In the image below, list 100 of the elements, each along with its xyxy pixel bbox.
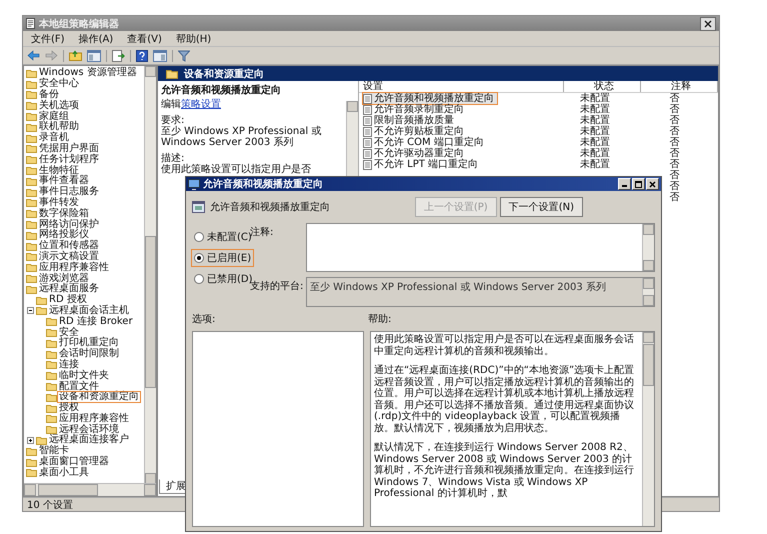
setting-name[interactable]: 不允许 COM 端口重定向 bbox=[374, 137, 484, 148]
tree-item[interactable]: 桌面窗口管理器 bbox=[38, 457, 110, 468]
policy-title: 允许音频和视频播放重定向 bbox=[161, 85, 282, 96]
policy-icon bbox=[363, 94, 372, 104]
requirement-text: 至少 Windows XP Professional 或 Windows Server 2003 系列 bbox=[161, 126, 322, 148]
setting-name[interactable]: 不允许 LPT 端口重定向 bbox=[374, 159, 478, 170]
tree-item[interactable]: 事件查看器 bbox=[38, 176, 90, 186]
tree-item[interactable]: 临时文件夹 bbox=[58, 370, 110, 381]
folder-icon bbox=[46, 371, 57, 380]
tree-item[interactable]: 数字保险箱 bbox=[38, 208, 90, 219]
setting-comment: 否 bbox=[670, 148, 680, 159]
tree-item[interactable]: 任务计划程序 bbox=[38, 154, 100, 165]
expander-icon[interactable] bbox=[27, 436, 34, 444]
folder-icon bbox=[26, 112, 37, 122]
menu-item[interactable]: 文件(F) bbox=[31, 32, 65, 46]
panel-icon[interactable] bbox=[153, 50, 167, 62]
tree-item[interactable]: 远程会话环境 bbox=[58, 424, 120, 435]
tree-item[interactable]: Windows 资源管理器 bbox=[38, 68, 138, 78]
folder-icon bbox=[26, 242, 37, 251]
help-icon[interactable] bbox=[136, 50, 148, 62]
tree-item[interactable]: 演示文稿设置 bbox=[38, 252, 100, 262]
tree-item[interactable]: RD 授权 bbox=[48, 295, 88, 306]
tree-item[interactable]: 凭据用户界面 bbox=[38, 144, 100, 154]
tree-item[interactable]: 联机帮助 bbox=[38, 122, 80, 132]
setting-status: 未配置 bbox=[580, 104, 610, 115]
folder-icon bbox=[46, 414, 57, 424]
folder-icon bbox=[166, 68, 178, 78]
comment-field[interactable] bbox=[306, 223, 655, 272]
platform-field: 至少 Windows XP Professional 或 Windows Server 2003 系列 bbox=[306, 277, 655, 307]
folder-icon bbox=[46, 338, 57, 348]
folder-icon bbox=[46, 317, 57, 326]
back-arrow-icon[interactable] bbox=[27, 50, 40, 61]
folder-icon bbox=[26, 90, 37, 100]
tree-item[interactable]: 远程桌面会话主机 bbox=[48, 306, 130, 316]
tree-item[interactable]: 桌面小工具 bbox=[38, 468, 90, 478]
close-icon bbox=[704, 20, 712, 28]
forward-arrow-icon[interactable] bbox=[45, 50, 58, 61]
setting-comment: 否 bbox=[670, 137, 680, 148]
tree-item[interactable]: 远程桌面服务 bbox=[38, 284, 100, 294]
panel-icon[interactable] bbox=[87, 50, 101, 62]
expander-icon[interactable] bbox=[27, 307, 34, 314]
platform-label: 支持的平台: bbox=[250, 280, 304, 294]
folder-up-icon[interactable] bbox=[69, 50, 82, 61]
setting-status: 未配置 bbox=[580, 115, 610, 126]
tree-item[interactable]: 游戏浏览器 bbox=[38, 274, 90, 284]
nav-button[interactable]: 下一个设置(N) bbox=[500, 197, 583, 217]
folder-icon bbox=[46, 382, 57, 391]
menu-item[interactable]: 操作(A) bbox=[78, 32, 114, 46]
tree-item[interactable]: 位置和传感器 bbox=[38, 241, 100, 252]
tree-item[interactable]: 应用程序兼容性 bbox=[38, 262, 110, 273]
tree-item[interactable]: 家庭组 bbox=[38, 112, 70, 122]
maximize-button[interactable] bbox=[632, 178, 645, 190]
tree-item[interactable]: 远程桌面连接客户 bbox=[48, 435, 130, 446]
policy-settings-link[interactable]: 策略设置 bbox=[181, 99, 221, 110]
tree-item[interactable]: 备份 bbox=[38, 90, 60, 100]
tree-item[interactable]: 应用程序兼容性 bbox=[58, 414, 130, 424]
tree-item[interactable]: 会话时间限制 bbox=[58, 349, 120, 360]
column-header[interactable]: 状态 bbox=[564, 81, 641, 92]
filter-icon[interactable] bbox=[178, 50, 190, 62]
monitor-icon bbox=[188, 178, 200, 190]
tree-item[interactable]: 网络访问保护 bbox=[38, 220, 100, 230]
setting-name[interactable]: 允许音频录制重定向 bbox=[374, 104, 464, 115]
setting-comment: 否 bbox=[670, 115, 680, 126]
tree-item[interactable]: 智能卡 bbox=[38, 446, 70, 456]
tree-item[interactable]: 事件日志服务 bbox=[38, 187, 100, 198]
minimize-button[interactable] bbox=[618, 178, 631, 190]
vertical-scrollbar[interactable] bbox=[642, 332, 654, 526]
tree-item[interactable]: 生物特征 bbox=[38, 166, 80, 176]
tree-item[interactable]: 连接 bbox=[58, 360, 80, 370]
setting-name[interactable]: 不允许驱动器重定向 bbox=[374, 148, 464, 159]
vertical-scrollbar[interactable] bbox=[144, 66, 156, 484]
tree-item[interactable]: RD 连接 Broker bbox=[58, 316, 134, 327]
folder-icon bbox=[26, 166, 37, 176]
radio-option[interactable]: 已启用(E) bbox=[192, 250, 254, 266]
tree-item[interactable]: 安全 bbox=[58, 328, 80, 338]
tree-item[interactable]: 事件转发 bbox=[38, 198, 80, 208]
tree-item[interactable]: 关机选项 bbox=[38, 100, 80, 111]
setting-name[interactable]: 限制音频播放质量 bbox=[374, 115, 454, 126]
close-button[interactable] bbox=[700, 16, 716, 30]
folder-icon bbox=[26, 458, 37, 467]
export-list-icon[interactable] bbox=[112, 50, 125, 62]
menu-item[interactable]: 查看(V) bbox=[127, 32, 162, 46]
horizontal-scrollbar[interactable] bbox=[24, 483, 156, 496]
tree-item[interactable]: 打印机重定向 bbox=[58, 338, 120, 348]
tree-item[interactable]: 配置文件 bbox=[58, 382, 100, 392]
folder-icon bbox=[26, 198, 37, 208]
tree-item[interactable]: 授权 bbox=[58, 403, 80, 414]
setting-name[interactable]: 不允许剪贴板重定向 bbox=[374, 126, 464, 137]
tree-item[interactable]: 录音机 bbox=[38, 133, 70, 144]
folder-icon bbox=[46, 392, 57, 402]
setting-comment: 否 bbox=[670, 93, 680, 104]
column-header[interactable]: 注释 bbox=[641, 81, 718, 92]
folder-icon bbox=[26, 263, 37, 272]
folder-icon bbox=[46, 350, 57, 359]
setting-comment: 否 bbox=[670, 170, 680, 181]
help-paragraph: 默认情况下，在连接到运行 Windows Server 2008 R2、Windows Server 2008 或 Windows Server 2003 的计算机时，不允许进行音频和视频播放重定向。在连接到运行 Windows 7、Windows Vista 或 Windows XP Professional 的计算机时，默 bbox=[374, 442, 635, 500]
tree-item[interactable]: 网络投影仪 bbox=[38, 230, 90, 240]
menu-item[interactable]: 帮助(H) bbox=[176, 32, 212, 46]
tree-item[interactable]: 安全中心 bbox=[38, 79, 80, 90]
comment-label: 注释: bbox=[250, 226, 274, 238]
